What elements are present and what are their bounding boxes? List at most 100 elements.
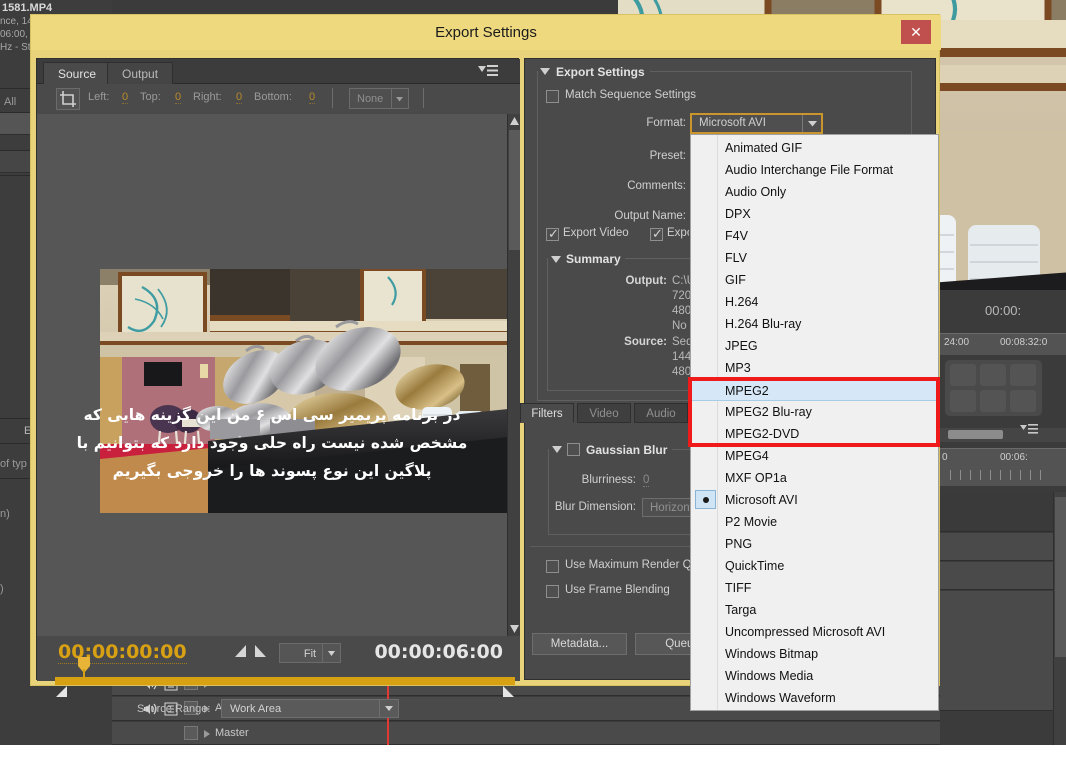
workarea-out-handle[interactable] xyxy=(502,685,515,698)
zoom-level-select[interactable]: Fit xyxy=(279,643,341,663)
crop-left-label: Left: xyxy=(88,91,110,103)
format-select[interactable]: Microsoft AVI xyxy=(690,113,823,134)
safe-margins-icon[interactable] xyxy=(980,364,1006,386)
effects-group-2[interactable]: ) xyxy=(0,583,4,595)
master-toggle[interactable] xyxy=(184,726,198,740)
subtitle-line-2: مشخص شده نیست راه حلی وجود دارد که بتوان… xyxy=(76,434,468,452)
crop-toolbar: Left: 0 Top: 0 Right: 0 Bottom: 0 None xyxy=(37,84,520,114)
crop-top-value[interactable]: 0 xyxy=(175,91,182,104)
overlay-icon[interactable] xyxy=(1010,364,1036,386)
effects-group-1[interactable]: n) xyxy=(0,508,10,520)
project-row-all[interactable]: All xyxy=(4,96,16,108)
source-scrubber[interactable] xyxy=(55,677,515,685)
close-button[interactable]: ✕ xyxy=(901,20,931,44)
crop-right-value[interactable]: 0 xyxy=(236,91,243,104)
dialog-title: Export Settings xyxy=(435,24,537,41)
crop-bottom-value[interactable]: 0 xyxy=(309,91,316,104)
format-dropdown-list[interactable]: Animated GIF Audio Interchange File Forma… xyxy=(690,134,939,711)
scroll-up-icon[interactable] xyxy=(510,117,519,125)
export-video-check-icon: ✓ xyxy=(548,226,559,241)
max-render-quality-checkbox[interactable] xyxy=(546,560,559,573)
extract-icon[interactable] xyxy=(980,390,1006,412)
dropdown-item-png[interactable]: PNG xyxy=(692,533,939,555)
tab-output[interactable]: Output xyxy=(107,62,174,84)
preview-area[interactable]: در برنامه پریمیر سی اس ۶ من این گزینه ها… xyxy=(37,114,520,636)
camera-icon[interactable] xyxy=(1010,390,1036,412)
blurriness-value[interactable]: 0 xyxy=(643,474,650,487)
zoom-chevron-down-icon[interactable] xyxy=(322,644,339,662)
crop-bottom-label: Bottom: xyxy=(254,91,292,103)
export-frame-icon[interactable] xyxy=(950,364,976,386)
crop-right-label: Right: xyxy=(193,91,222,103)
dropdown-item-gif[interactable]: GIF xyxy=(692,269,939,291)
export-audio-checkbox[interactable]: ✓ xyxy=(650,226,663,241)
dropdown-item-tiff[interactable]: TIFF xyxy=(692,577,939,599)
dropdown-item-p2-movie[interactable]: P2 Movie xyxy=(692,511,939,533)
crop-tool-icon[interactable] xyxy=(56,88,80,110)
dropdown-item-jpeg[interactable]: JPEG xyxy=(692,335,939,357)
timecode-out[interactable]: 00:00:06:00 xyxy=(374,641,503,663)
crop-top-label: Top: xyxy=(140,91,161,103)
dropdown-item-mpeg2[interactable]: MPEG2 xyxy=(692,379,939,401)
dropdown-item-f4v[interactable]: F4V xyxy=(692,225,939,247)
playhead-marker-icon[interactable] xyxy=(77,657,91,679)
tab-audio[interactable]: Audio xyxy=(634,403,688,423)
dropdown-item-windows-bitmap[interactable]: Windows Bitmap xyxy=(692,643,939,665)
crop-left-value[interactable]: 0 xyxy=(122,91,129,104)
preview-vscroll-thumb[interactable] xyxy=(509,130,520,250)
zoom-level-value: Fit xyxy=(303,648,317,660)
subtitle-line-1: در برنامه پریمیر سی اس ۶ من این گزینه ها… xyxy=(83,406,461,424)
dropdown-item-microsoft-avi[interactable]: Microsoft AVI xyxy=(692,489,939,511)
source-range-row: Source Range: Work Area xyxy=(37,699,520,723)
dropdown-item-dpx[interactable]: DPX xyxy=(692,203,939,225)
dropdown-item-animated-gif[interactable]: Animated GIF xyxy=(692,137,939,159)
master-expand-icon[interactable] xyxy=(204,730,210,738)
radio-dot-icon xyxy=(703,497,709,503)
timeline-hscrollbar[interactable] xyxy=(948,430,1003,439)
ruler-label-b: 00:08:32:0 xyxy=(1000,337,1048,348)
dropdown-item-audio-only[interactable]: Audio Only xyxy=(692,181,939,203)
set-in-point-icon[interactable] xyxy=(233,644,247,658)
preview-vscrollbar[interactable] xyxy=(507,114,520,636)
program-timecode: 00:00: xyxy=(985,303,1022,318)
tab-source[interactable]: Source xyxy=(43,62,112,84)
source-range-chevron-down-icon[interactable] xyxy=(379,700,397,717)
dropdown-item-mpeg2-blu-ray[interactable]: MPEG2 Blu-ray xyxy=(692,401,939,423)
set-out-point-icon[interactable] xyxy=(254,644,268,658)
effects-filter-text: of typ xyxy=(0,458,27,470)
dropdown-item-h-264[interactable]: H.264 xyxy=(692,291,939,313)
dropdown-item-targa[interactable]: Targa xyxy=(692,599,939,621)
crop-aspect-select[interactable]: None xyxy=(349,88,409,109)
source-range-select[interactable]: Work Area xyxy=(221,699,399,718)
timecode-bar: 00:00:00:00 00:00:06:00 Fit xyxy=(37,636,520,681)
chevron-down-icon[interactable] xyxy=(391,89,406,108)
gaussian-blur-checkbox[interactable] xyxy=(567,443,580,456)
export-video-checkbox[interactable]: ✓ xyxy=(546,226,559,241)
panel-menu-icon[interactable] xyxy=(478,64,498,79)
scroll-down-icon[interactable] xyxy=(510,625,519,633)
workarea-in-handle[interactable] xyxy=(55,685,68,698)
tab-video[interactable]: Video xyxy=(577,403,631,423)
dropdown-item-quicktime[interactable]: QuickTime xyxy=(692,555,939,577)
dropdown-item-mpeg2-dvd[interactable]: MPEG2-DVD xyxy=(692,423,939,445)
timeline-panel-menu-icon[interactable] xyxy=(1020,424,1040,439)
lift-icon[interactable] xyxy=(950,390,976,412)
timeline-vscrollbar[interactable] xyxy=(1053,492,1066,745)
metadata-button[interactable]: Metadata... xyxy=(532,633,627,655)
match-sequence-checkbox[interactable] xyxy=(546,90,559,103)
format-chevron-down-icon[interactable] xyxy=(802,115,821,132)
preview-tabstrip: Source Output xyxy=(37,59,520,84)
dropdown-item-h-264-blu-ray[interactable]: H.264 Blu-ray xyxy=(692,313,939,335)
dropdown-item-uncompressed-microsoft-avi[interactable]: Uncompressed Microsoft AVI xyxy=(692,621,939,643)
source-preview-pane: Source Output Left: 0 Top: 0 Right: 0 Bo… xyxy=(36,58,520,718)
dropdown-item-mp3[interactable]: MP3 xyxy=(692,357,939,379)
dropdown-item-windows-media[interactable]: Windows Media xyxy=(692,665,939,687)
dropdown-item-mxf-op1a[interactable]: MXF OP1a xyxy=(692,467,939,489)
frame-blending-checkbox[interactable] xyxy=(546,585,559,598)
dropdown-item-windows-waveform[interactable]: Windows Waveform xyxy=(692,687,939,709)
dialog-titlebar[interactable]: Export Settings ✕ xyxy=(31,15,941,50)
dropdown-item-audio-interchange-file-format[interactable]: Audio Interchange File Format xyxy=(692,159,939,181)
dropdown-item-mpeg4[interactable]: MPEG4 xyxy=(692,445,939,467)
tab-filters[interactable]: Filters xyxy=(520,403,574,423)
dropdown-item-flv[interactable]: FLV xyxy=(692,247,939,269)
